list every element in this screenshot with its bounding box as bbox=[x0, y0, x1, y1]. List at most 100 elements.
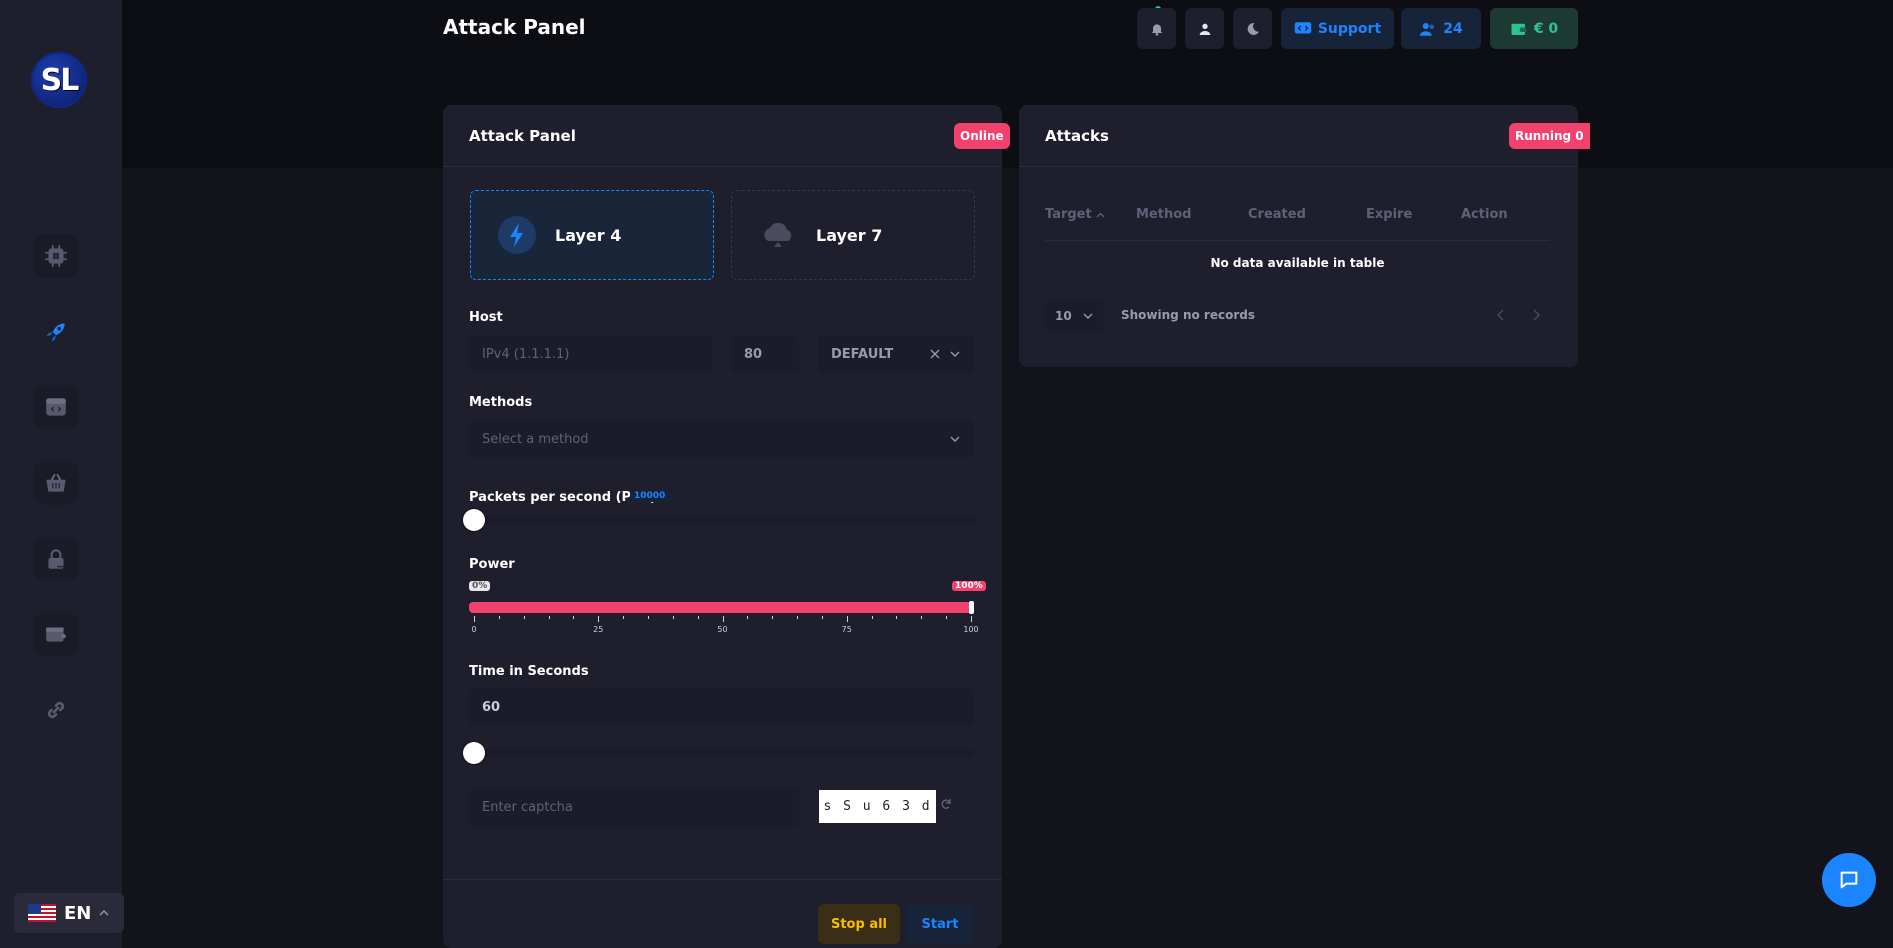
column-expire[interactable]: Expire bbox=[1366, 207, 1412, 222]
code-chat-icon bbox=[1294, 21, 1312, 33]
page-title: Attack Panel bbox=[443, 15, 586, 39]
language-label: EN bbox=[64, 902, 92, 924]
users-online-button[interactable]: 24 bbox=[1401, 8, 1481, 49]
layer4-option[interactable]: Layer 4 bbox=[470, 190, 714, 280]
power-tick bbox=[623, 616, 625, 619]
balance-button[interactable]: € 0 bbox=[1490, 8, 1578, 49]
power-tick bbox=[697, 616, 699, 619]
balance-amount: € 0 bbox=[1533, 20, 1559, 37]
profile-button[interactable] bbox=[1185, 8, 1224, 49]
refresh-icon[interactable] bbox=[940, 798, 952, 810]
power-tick bbox=[747, 616, 749, 619]
status-badge: Online bbox=[954, 123, 1010, 149]
page-size-select[interactable]: 10 bbox=[1045, 300, 1103, 332]
wallet-icon bbox=[46, 627, 66, 642]
power-max-tag: 100% bbox=[952, 581, 986, 591]
code-window-icon bbox=[46, 398, 66, 416]
power-tick bbox=[946, 616, 948, 619]
attacks-card: Attacks bbox=[1019, 105, 1578, 367]
host-input[interactable]: IPv4 (1.1.1.1) bbox=[469, 335, 713, 373]
power-tick-label: 0 bbox=[471, 625, 477, 634]
default-select[interactable]: DEFAULT bbox=[818, 335, 974, 373]
attack-panel-title: Attack Panel bbox=[469, 126, 576, 145]
time-label: Time in Seconds bbox=[469, 664, 589, 679]
cloud-icon bbox=[764, 222, 792, 247]
power-tick bbox=[523, 616, 525, 619]
link-icon bbox=[47, 701, 65, 719]
running-badge: Running 0 bbox=[1509, 123, 1590, 149]
pps-value-badge: 10000 bbox=[630, 490, 670, 502]
port-input[interactable]: 80 bbox=[731, 335, 799, 373]
power-tick-label: 25 bbox=[593, 625, 604, 634]
captcha-input[interactable]: Enter captcha bbox=[469, 787, 799, 827]
sidebar-item-api[interactable] bbox=[34, 385, 78, 429]
sidebar: SL EN bbox=[0, 0, 124, 948]
users-count: 24 bbox=[1443, 20, 1463, 37]
power-tick bbox=[548, 616, 550, 619]
sidebar-item-wallet[interactable] bbox=[34, 612, 78, 656]
power-slider-track[interactable] bbox=[469, 602, 974, 613]
power-tick bbox=[498, 616, 500, 619]
page-size-value: 10 bbox=[1055, 309, 1072, 323]
power-slider-handle[interactable] bbox=[969, 601, 974, 614]
moon-icon bbox=[1247, 22, 1259, 35]
wallet-icon bbox=[1511, 23, 1527, 35]
pps-slider-track[interactable] bbox=[469, 516, 974, 524]
attacks-title: Attacks bbox=[1045, 126, 1109, 145]
column-target[interactable]: Target bbox=[1045, 207, 1105, 222]
power-tick bbox=[722, 616, 724, 622]
theme-toggle-button[interactable] bbox=[1233, 8, 1272, 49]
power-tick bbox=[772, 616, 774, 619]
captcha-image: s S u 6 3 d bbox=[819, 790, 936, 823]
power-tick-label: 100 bbox=[963, 625, 979, 634]
records-text: Showing no records bbox=[1121, 308, 1255, 322]
chat-icon bbox=[1840, 871, 1858, 889]
power-tick bbox=[921, 616, 923, 619]
power-tick bbox=[647, 616, 649, 619]
power-tick-label: 75 bbox=[841, 625, 852, 634]
column-created[interactable]: Created bbox=[1248, 207, 1306, 222]
chevron-down-icon bbox=[950, 351, 960, 357]
next-page-icon[interactable] bbox=[1531, 309, 1541, 321]
column-action[interactable]: Action bbox=[1461, 207, 1508, 222]
basket-icon bbox=[46, 473, 66, 492]
start-button[interactable]: Start bbox=[906, 904, 974, 944]
layer7-option[interactable]: Layer 7 bbox=[731, 190, 975, 280]
cpu-icon bbox=[45, 245, 67, 267]
stop-all-button[interactable]: Stop all bbox=[818, 904, 900, 944]
sidebar-item-shop[interactable] bbox=[34, 461, 78, 505]
sidebar-item-attack[interactable] bbox=[34, 310, 78, 354]
time-slider-track[interactable] bbox=[469, 749, 974, 757]
layer7-label: Layer 7 bbox=[816, 225, 883, 245]
power-label: Power bbox=[469, 557, 515, 572]
lightning-icon bbox=[498, 216, 536, 254]
logo[interactable]: SL bbox=[31, 52, 87, 108]
sidebar-item-cpu[interactable] bbox=[34, 234, 78, 278]
notifications-button[interactable] bbox=[1137, 8, 1176, 49]
chat-button[interactable] bbox=[1822, 853, 1876, 907]
sidebar-item-security[interactable] bbox=[34, 537, 78, 581]
method-placeholder: Select a method bbox=[482, 431, 589, 447]
column-target-label: Target bbox=[1045, 207, 1092, 222]
prev-page-icon[interactable] bbox=[1496, 309, 1506, 321]
pps-slider-thumb[interactable] bbox=[463, 509, 485, 531]
attacks-header: Attacks bbox=[1019, 105, 1578, 167]
sidebar-item-links[interactable] bbox=[34, 688, 78, 732]
power-tick bbox=[598, 616, 600, 622]
attack-panel-header: Attack Panel bbox=[443, 105, 1002, 167]
power-tick bbox=[474, 616, 475, 622]
power-slider-fill bbox=[469, 602, 974, 613]
power-tick bbox=[797, 616, 799, 619]
chevron-down-icon bbox=[1083, 313, 1093, 319]
clear-icon[interactable] bbox=[930, 349, 940, 359]
default-select-value: DEFAULT bbox=[831, 346, 894, 362]
time-input[interactable]: 60 bbox=[469, 688, 974, 726]
power-tick bbox=[896, 616, 898, 619]
language-selector[interactable]: EN bbox=[14, 893, 124, 933]
time-slider-thumb[interactable] bbox=[463, 742, 485, 764]
method-select[interactable]: Select a method bbox=[469, 420, 974, 458]
power-tick bbox=[846, 616, 848, 622]
users-icon bbox=[1420, 22, 1435, 36]
column-method[interactable]: Method bbox=[1136, 207, 1191, 222]
support-button[interactable]: Support bbox=[1281, 8, 1394, 49]
